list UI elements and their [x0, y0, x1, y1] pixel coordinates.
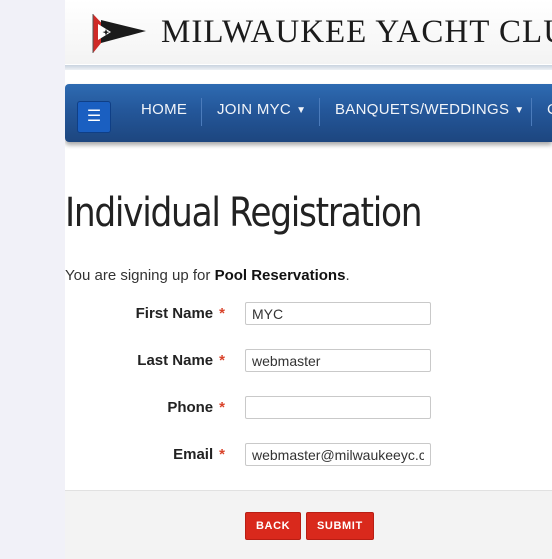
- form-actions-bar: BACK SUBMIT: [65, 490, 552, 559]
- intro-text: You are signing up for: [65, 267, 215, 284]
- nav-divider: [201, 98, 202, 126]
- nav-item-banquets-weddings[interactable]: BANQUETS/WEDDINGS ▼: [335, 84, 525, 142]
- phone-field[interactable]: [245, 396, 431, 419]
- hamburger-icon[interactable]: ☰: [77, 101, 111, 133]
- nav-item-join-myc[interactable]: JOIN MYC ▼: [217, 84, 306, 142]
- field-label-text: Phone: [167, 399, 214, 416]
- caret-down-icon: ▼: [514, 105, 525, 116]
- caret-down-icon: ▼: [296, 105, 307, 116]
- club-name[interactable]: MILWAUKEE YACHT CLUB: [161, 14, 552, 51]
- event-name: Pool Reservations: [214, 267, 346, 284]
- email-label: Email *: [65, 446, 225, 463]
- nav-item-label: JOIN MYC: [217, 101, 292, 118]
- required-marker: *: [219, 446, 225, 463]
- banner-divider: [65, 65, 552, 70]
- site-banner: MILWAUKEE YACHT CLUB: [65, 0, 552, 64]
- email-field[interactable]: [245, 443, 431, 466]
- page: MILWAUKEE YACHT CLUB ☰ HOME JOIN MYC ▼ BA…: [65, 0, 552, 559]
- first-name-field[interactable]: [245, 302, 431, 325]
- nav-item-label: C: [547, 101, 552, 118]
- intro-suffix: .: [345, 267, 350, 284]
- submit-button[interactable]: SUBMIT: [306, 512, 374, 540]
- last-name-field[interactable]: [245, 349, 431, 372]
- field-label-text: First Name: [135, 305, 214, 322]
- last-name-label: Last Name *: [65, 352, 225, 369]
- nav-item-label: HOME: [141, 101, 188, 118]
- nav-item-truncated[interactable]: C: [547, 84, 552, 142]
- nav-divider: [319, 98, 320, 126]
- back-button[interactable]: BACK: [245, 512, 302, 540]
- nav-item-home[interactable]: HOME: [141, 84, 187, 142]
- first-name-label: First Name *: [65, 305, 225, 322]
- phone-label: Phone *: [65, 399, 225, 416]
- field-label-text: Last Name: [137, 352, 214, 369]
- required-marker: *: [219, 305, 225, 322]
- field-label-text: Email: [173, 446, 214, 463]
- main-navbar: ☰ HOME JOIN MYC ▼ BANQUETS/WEDDINGS ▼ C: [65, 84, 552, 142]
- nav-divider: [531, 98, 532, 126]
- page-title: Individual Registration: [65, 190, 423, 236]
- required-marker: *: [219, 399, 225, 416]
- nav-item-label: BANQUETS/WEDDINGS: [335, 101, 510, 118]
- yacht-club-burgee-logo-icon[interactable]: [90, 10, 152, 55]
- required-marker: *: [219, 352, 225, 369]
- signup-intro: You are signing up for Pool Reservations…: [65, 267, 350, 284]
